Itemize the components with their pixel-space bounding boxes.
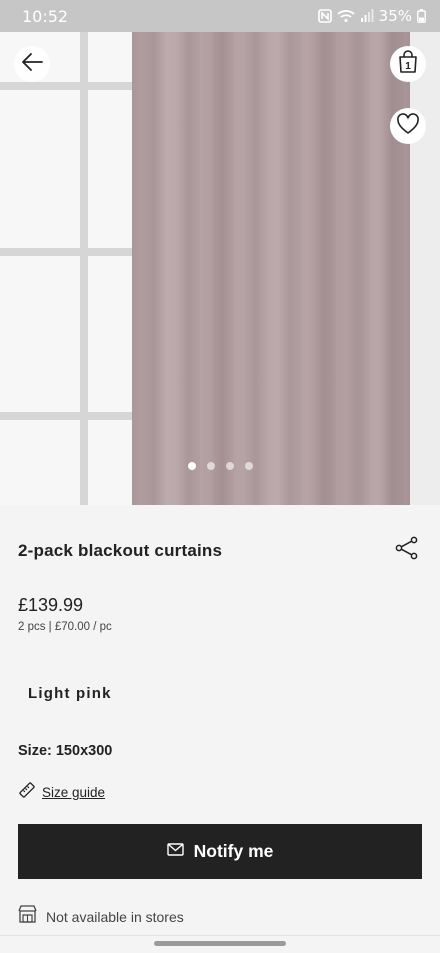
gallery-pagination: [188, 462, 253, 470]
store-availability-text: Not available in stores: [46, 908, 184, 925]
status-bar: 10:52 35%: [0, 0, 440, 32]
pagination-dot[interactable]: [226, 462, 234, 470]
status-time: 10:52: [22, 7, 69, 26]
product-price: £139.99: [18, 595, 84, 615]
bag-count-badge: 1: [405, 61, 411, 72]
share-button[interactable]: [394, 535, 420, 566]
back-button[interactable]: [14, 46, 50, 82]
window-frame: [0, 412, 132, 420]
wall-background: [410, 32, 440, 505]
size-guide-link[interactable]: Size guide: [18, 781, 105, 804]
product-title: 2-pack blackout curtains: [18, 541, 223, 560]
selected-color[interactable]: Light pink: [28, 685, 112, 702]
curtain-image: [132, 32, 410, 505]
notify-me-button[interactable]: Notify me: [18, 824, 422, 879]
battery-percent: 35%: [378, 7, 412, 25]
product-image-gallery[interactable]: [0, 32, 440, 505]
arrow-left-icon: [20, 52, 44, 77]
home-indicator[interactable]: [154, 941, 286, 946]
status-icons: 35%: [317, 7, 426, 25]
heart-icon: [396, 112, 420, 140]
signal-icon: [360, 9, 374, 23]
pagination-dot[interactable]: [207, 462, 215, 470]
wishlist-button[interactable]: [390, 108, 426, 144]
window-frame: [0, 82, 132, 90]
ruler-icon: [18, 781, 36, 804]
window-frame: [80, 32, 88, 505]
unit-price: 2 pcs | £70.00 / pc: [18, 621, 112, 633]
wifi-icon: [337, 9, 355, 23]
pagination-dot[interactable]: [245, 462, 253, 470]
selected-size: Size: 150x300: [18, 743, 113, 759]
shopping-bag-button[interactable]: 1: [390, 46, 426, 82]
size-guide-label[interactable]: Size guide: [42, 785, 105, 800]
notify-me-label: Notify me: [193, 841, 274, 861]
store-icon: [18, 905, 37, 928]
store-availability: Not available in stores: [18, 905, 184, 928]
nfc-icon: [317, 9, 332, 23]
battery-icon: [417, 9, 426, 23]
window-background: [0, 32, 140, 505]
envelope-icon: [166, 842, 184, 861]
pagination-dot[interactable]: [188, 462, 196, 470]
share-icon: [394, 536, 420, 565]
divider: [0, 935, 440, 936]
window-frame: [0, 248, 132, 256]
